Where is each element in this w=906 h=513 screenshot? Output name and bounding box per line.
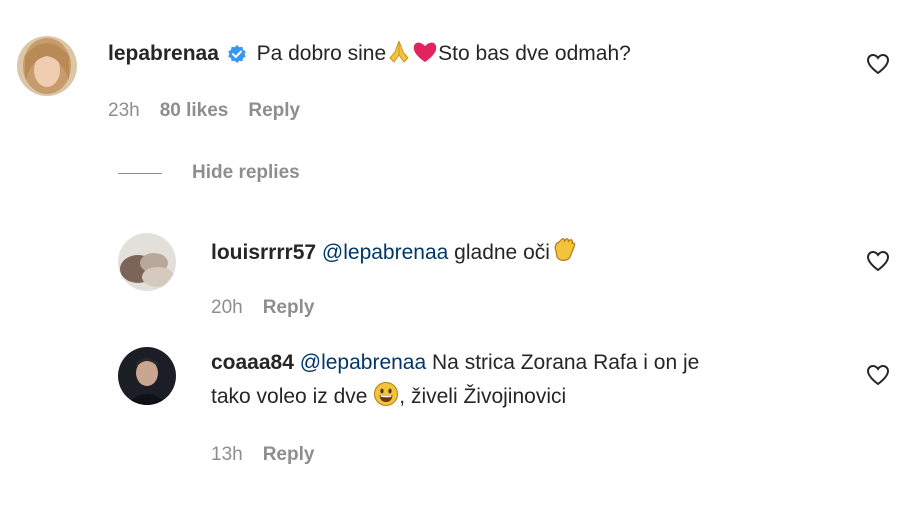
hide-replies-label: Hide replies xyxy=(192,162,300,183)
verified-badge-icon xyxy=(227,44,247,64)
mention-link[interactable]: @lepabrenaa xyxy=(322,241,448,264)
comment-time: 23h xyxy=(108,100,140,121)
reply-coaaa84-line2: tako voleo iz dve , živeli Živojinovici xyxy=(211,381,566,412)
reply-text-line2-start: tako voleo iz dve xyxy=(211,385,368,408)
reply-button[interactable]: Reply xyxy=(248,100,300,122)
red-heart-icon xyxy=(412,40,438,64)
avatar-lepabrenaa[interactable] xyxy=(17,36,77,96)
avatar-coaaa84[interactable] xyxy=(118,347,176,405)
reply-text: gladne oči xyxy=(454,241,550,264)
comments-section: lepabrenaa Pa dobro sine Sto bas dve odm… xyxy=(0,0,906,513)
reply-coaaa84-line1: coaaa84 @lepabrenaa Na strica Zorana Raf… xyxy=(211,348,699,378)
like-heart-icon[interactable] xyxy=(866,250,890,272)
comment-text-end: Sto bas dve odmah? xyxy=(438,42,631,65)
reply-text-line1: Na strica Zorana Rafa i on je xyxy=(432,351,700,374)
avatar-louisrrrr57[interactable] xyxy=(118,233,176,291)
divider-line xyxy=(118,172,162,174)
comment-lepabrenaa: lepabrenaa Pa dobro sine Sto bas dve odm… xyxy=(108,38,631,69)
reply-meta: 13h Reply xyxy=(211,444,314,466)
like-heart-icon[interactable] xyxy=(866,364,890,386)
hide-replies-button[interactable]: Hide replies xyxy=(118,162,300,184)
like-heart-icon[interactable] xyxy=(866,53,890,75)
reply-button[interactable]: Reply xyxy=(263,444,315,466)
waving-hand-icon xyxy=(550,235,578,263)
reply-button[interactable]: Reply xyxy=(263,297,315,319)
comment-username[interactable]: lepabrenaa xyxy=(108,42,219,65)
mention-link[interactable]: @lepabrenaa xyxy=(300,351,426,374)
comment-likes[interactable]: 80 likes xyxy=(160,100,229,122)
reply-time: 13h xyxy=(211,444,243,465)
reply-username[interactable]: louisrrrr57 xyxy=(211,241,316,264)
comment-meta: 23h 80 likes Reply xyxy=(108,100,300,122)
reply-meta: 20h Reply xyxy=(211,297,314,319)
reply-louisrrrr57: louisrrrr57 @lepabrenaa gladne oči xyxy=(211,235,578,268)
reply-time: 20h xyxy=(211,297,243,318)
folded-hands-icon xyxy=(386,38,412,64)
comment-text-start: Pa dobro sine xyxy=(256,42,387,65)
grinning-face-icon xyxy=(373,381,399,407)
reply-username[interactable]: coaaa84 xyxy=(211,351,294,374)
reply-text-line2-end: , živeli Živojinovici xyxy=(399,385,567,408)
